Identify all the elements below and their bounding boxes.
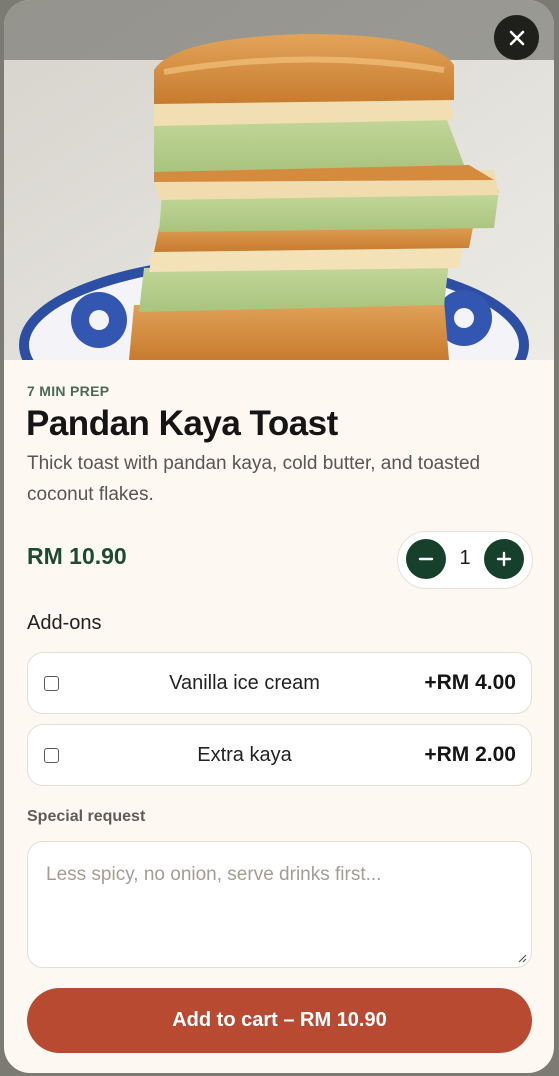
quantity-value: 1 [459,547,471,569]
resize-handle-icon[interactable] [517,953,527,963]
special-request-placeholder: Less spicy, no onion, serve drinks first… [46,864,382,885]
item-title: Pandan Kaya Toast [26,404,338,443]
addon-price: +RM 4.00 [424,671,516,694]
addon-checkbox[interactable] [44,676,59,691]
special-request-label: Special request [27,808,146,825]
addon-option[interactable]: Extra kaya +RM 2.00 [27,724,532,786]
addon-price: +RM 2.00 [424,743,516,766]
special-request-input[interactable]: Less spicy, no onion, serve drinks first… [27,841,532,968]
addon-name: Vanilla ice cream [169,672,320,694]
addon-name: Extra kaya [197,744,292,766]
close-icon [509,30,524,45]
close-button[interactable] [494,15,539,60]
add-to-cart-button[interactable]: Add to cart – RM 10.90 [27,988,532,1053]
item-description: Thick toast with pandan kaya, cold butte… [27,453,481,505]
minus-icon [418,557,434,561]
addons-heading: Add-ons [27,612,102,634]
item-detail-sheet: 7 MIN PREP Pandan Kaya Toast Thick toast… [4,0,554,1073]
plus-icon [496,551,512,567]
addon-option[interactable]: Vanilla ice cream +RM 4.00 [27,652,532,714]
quantity-stepper: 1 [397,531,533,589]
addon-checkbox[interactable] [44,748,59,763]
item-price: RM 10.90 [27,543,127,569]
decrease-quantity-button[interactable] [406,539,446,579]
increase-quantity-button[interactable] [484,539,524,579]
item-photo [4,0,554,360]
prep-time: 7 MIN PREP [27,383,110,399]
